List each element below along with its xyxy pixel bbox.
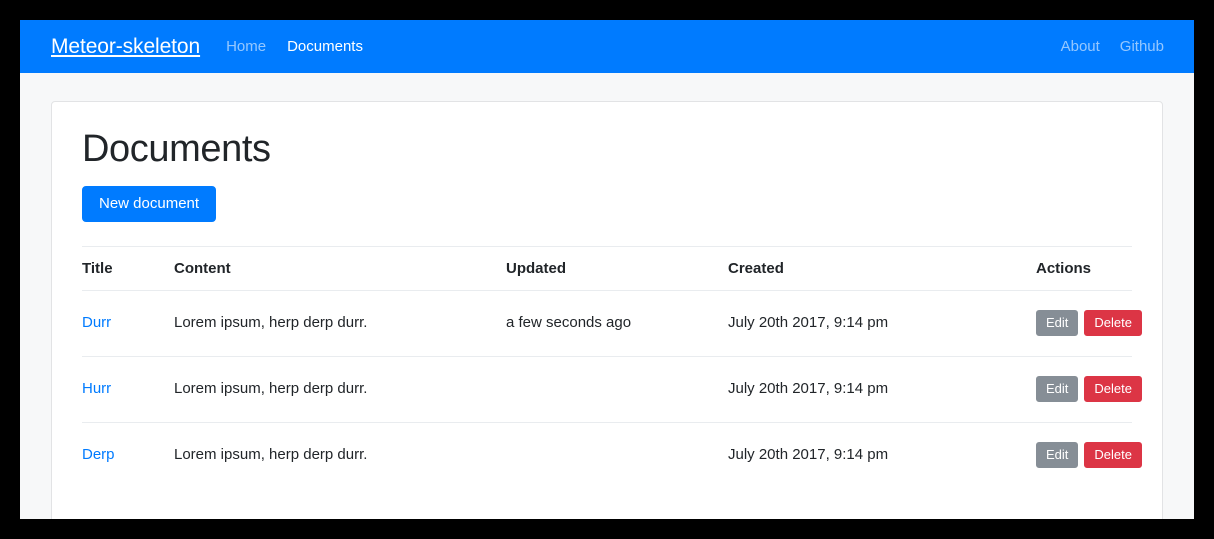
navbar-brand[interactable]: Meteor-skeleton [51,35,200,59]
row-action-group: Edit Delete [1036,376,1142,402]
table-header-row: Title Content Updated Created Actions [82,246,1132,290]
cell-created: July 20th 2017, 9:14 pm [728,356,1036,422]
nav-link-home[interactable]: Home [226,38,266,55]
top-navbar: Meteor-skeleton Home Documents About Git… [20,20,1194,73]
table-header-created: Created [728,246,1036,290]
browser-viewport: Meteor-skeleton Home Documents About Git… [20,20,1194,519]
row-action-group: Edit Delete [1036,442,1142,468]
cell-content: Lorem ipsum, herp derp durr. [174,422,506,488]
table-header-actions: Actions [1036,246,1132,290]
cell-actions: Edit Delete [1036,422,1132,488]
delete-button[interactable]: Delete [1084,442,1142,468]
table-row: Durr Lorem ipsum, herp derp durr. a few … [82,290,1132,356]
page-body: Documents New document Title Content Upd… [20,73,1194,519]
edit-button[interactable]: Edit [1036,310,1078,336]
navbar-primary-links: Home Documents [226,38,363,55]
nav-link-documents[interactable]: Documents [287,38,363,55]
table-header-updated: Updated [506,246,728,290]
navbar-secondary-links: About Github [1061,38,1164,55]
new-document-button[interactable]: New document [82,186,216,222]
documents-table: Title Content Updated Created Actions Du… [82,246,1132,488]
table-header-content: Content [174,246,506,290]
nav-link-about[interactable]: About [1061,38,1100,55]
cell-title: Derp [82,422,174,488]
table-row: Hurr Lorem ipsum, herp derp durr. July 2… [82,356,1132,422]
cell-updated [506,356,728,422]
table-body: Durr Lorem ipsum, herp derp durr. a few … [82,290,1132,488]
table-head: Title Content Updated Created Actions [82,246,1132,290]
cell-actions: Edit Delete [1036,356,1132,422]
delete-button[interactable]: Delete [1084,376,1142,402]
cell-content: Lorem ipsum, herp derp durr. [174,356,506,422]
delete-button[interactable]: Delete [1084,310,1142,336]
cell-created: July 20th 2017, 9:14 pm [728,290,1036,356]
documents-card: Documents New document Title Content Upd… [51,101,1163,519]
table-header-title: Title [82,246,174,290]
cell-updated: a few seconds ago [506,290,728,356]
cell-title: Hurr [82,356,174,422]
page-title: Documents [82,128,1132,172]
cell-actions: Edit Delete [1036,290,1132,356]
document-link[interactable]: Derp [82,446,115,463]
cell-updated [506,422,728,488]
nav-link-github[interactable]: Github [1120,38,1164,55]
document-link[interactable]: Hurr [82,380,111,397]
cell-content: Lorem ipsum, herp derp durr. [174,290,506,356]
document-link[interactable]: Durr [82,314,111,331]
cell-created: July 20th 2017, 9:14 pm [728,422,1036,488]
row-action-group: Edit Delete [1036,310,1142,336]
cell-title: Durr [82,290,174,356]
edit-button[interactable]: Edit [1036,442,1078,468]
table-row: Derp Lorem ipsum, herp derp durr. July 2… [82,422,1132,488]
edit-button[interactable]: Edit [1036,376,1078,402]
